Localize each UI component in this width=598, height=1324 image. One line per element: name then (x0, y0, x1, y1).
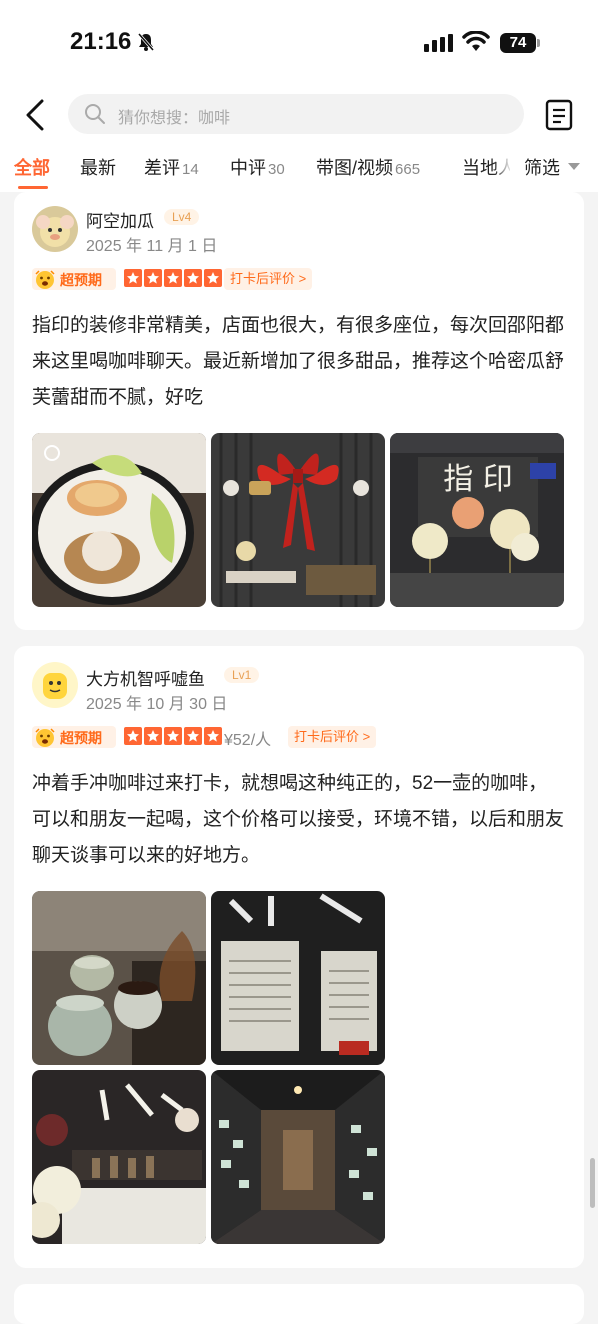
tab-all[interactable]: 全部 (14, 154, 50, 180)
tab-neutral[interactable]: 中评 30 (230, 154, 285, 180)
review-card[interactable]: 阿空加瓜 Lv4 2025 年 11 月 1 日 超预期 打卡后评价 > 指印的… (14, 192, 584, 630)
status-bar: 21:16 74 (0, 0, 598, 88)
avatar[interactable] (32, 662, 78, 708)
search-input[interactable]: 猜你想搜：咖啡 (68, 94, 524, 134)
search-placeholder: 猜你想搜：咖啡 (118, 110, 231, 127)
filter-tabs: 全部 最新 差评 14 中评 30 带图/视频 665 当地人 筛选 (0, 142, 598, 192)
shop-sign: 指 印 (443, 462, 513, 497)
thrilled-face-icon (35, 270, 55, 289)
battery-icon: 74 (500, 33, 540, 53)
review-photo-coffee-pots[interactable] (32, 891, 206, 1065)
review-photo-interior-bow[interactable] (211, 433, 385, 607)
review-photo-storefront[interactable]: 指 印 (390, 433, 564, 607)
star-icon (164, 269, 182, 287)
checkin-review-tag[interactable]: 打卡后评价 > (288, 726, 377, 748)
exceeds-expectation-badge: 超预期 (32, 268, 116, 290)
header: 猜你想搜：咖啡 (0, 88, 598, 142)
star-icon (184, 269, 202, 287)
review-text: 指印的装修非常精美，店面也很大，有很多座位，每次回邵阳都来这里喝咖啡聊天。最近新… (32, 315, 565, 408)
username[interactable]: 大方机智呼嘘鱼 (86, 665, 205, 690)
battery-level: 74 (500, 33, 536, 53)
review-date: 2025 年 10 月 30 日 (86, 696, 228, 713)
wifi-icon (462, 31, 490, 51)
tab-latest[interactable]: 最新 (80, 154, 116, 180)
user-level-badge: Lv1 (224, 667, 260, 683)
star-rating (124, 269, 224, 289)
search-icon (85, 104, 105, 124)
star-icon (204, 269, 222, 287)
rating-row: 超预期 ¥52/人 打卡后评价 > (32, 726, 572, 750)
review-card[interactable] (14, 1284, 584, 1324)
star-icon (164, 727, 182, 745)
price-per-person: ¥52/人 (224, 732, 272, 749)
scrollbar[interactable] (590, 1158, 595, 1208)
checkin-review-tag[interactable]: 打卡后评价 > (224, 268, 313, 290)
tab-with-media[interactable]: 带图/视频 665 (316, 154, 420, 180)
review-photo-dessert[interactable] (32, 433, 206, 607)
star-rating (124, 727, 224, 747)
user-level-badge: Lv4 (164, 209, 200, 225)
thrilled-face-icon (35, 728, 55, 747)
clock: 21:16 (70, 28, 132, 55)
review-photo-wall-posters[interactable] (211, 891, 385, 1065)
star-icon (204, 727, 222, 745)
star-icon (124, 727, 142, 745)
tab-negative[interactable]: 差评 14 (144, 154, 199, 180)
avatar[interactable] (32, 206, 78, 252)
review-date: 2025 年 11 月 1 日 (86, 238, 218, 255)
star-icon (124, 269, 142, 287)
username[interactable]: 阿空加瓜 (86, 207, 154, 232)
notes-menu-icon[interactable] (544, 98, 574, 132)
tab-locals[interactable]: 当地人 (462, 154, 516, 180)
review-photo-corridor[interactable] (211, 1070, 385, 1244)
filter-label: 筛选 (524, 158, 560, 178)
review-text: 冲着手冲咖啡过来打卡，就想喝这种纯正的，52一壶的咖啡，可以和朋友一起喝，这个价… (32, 773, 565, 866)
signal-icon (424, 34, 453, 52)
exceeds-expectation-badge: 超预期 (32, 726, 116, 748)
review-card[interactable]: 大方机智呼嘘鱼 Lv1 2025 年 10 月 30 日 超预期 ¥52/人 打… (14, 646, 584, 1268)
star-icon (184, 727, 202, 745)
chevron-down-icon (568, 163, 580, 170)
star-icon (144, 269, 162, 287)
filter-button[interactable]: 筛选 (510, 142, 598, 192)
review-photo-bar-counter[interactable] (32, 1070, 206, 1244)
bell-muted-icon (137, 33, 155, 51)
star-icon (144, 727, 162, 745)
back-arrow-icon[interactable] (22, 98, 52, 132)
active-tab-indicator (18, 186, 48, 189)
rating-row: 超预期 打卡后评价 > (32, 268, 572, 292)
